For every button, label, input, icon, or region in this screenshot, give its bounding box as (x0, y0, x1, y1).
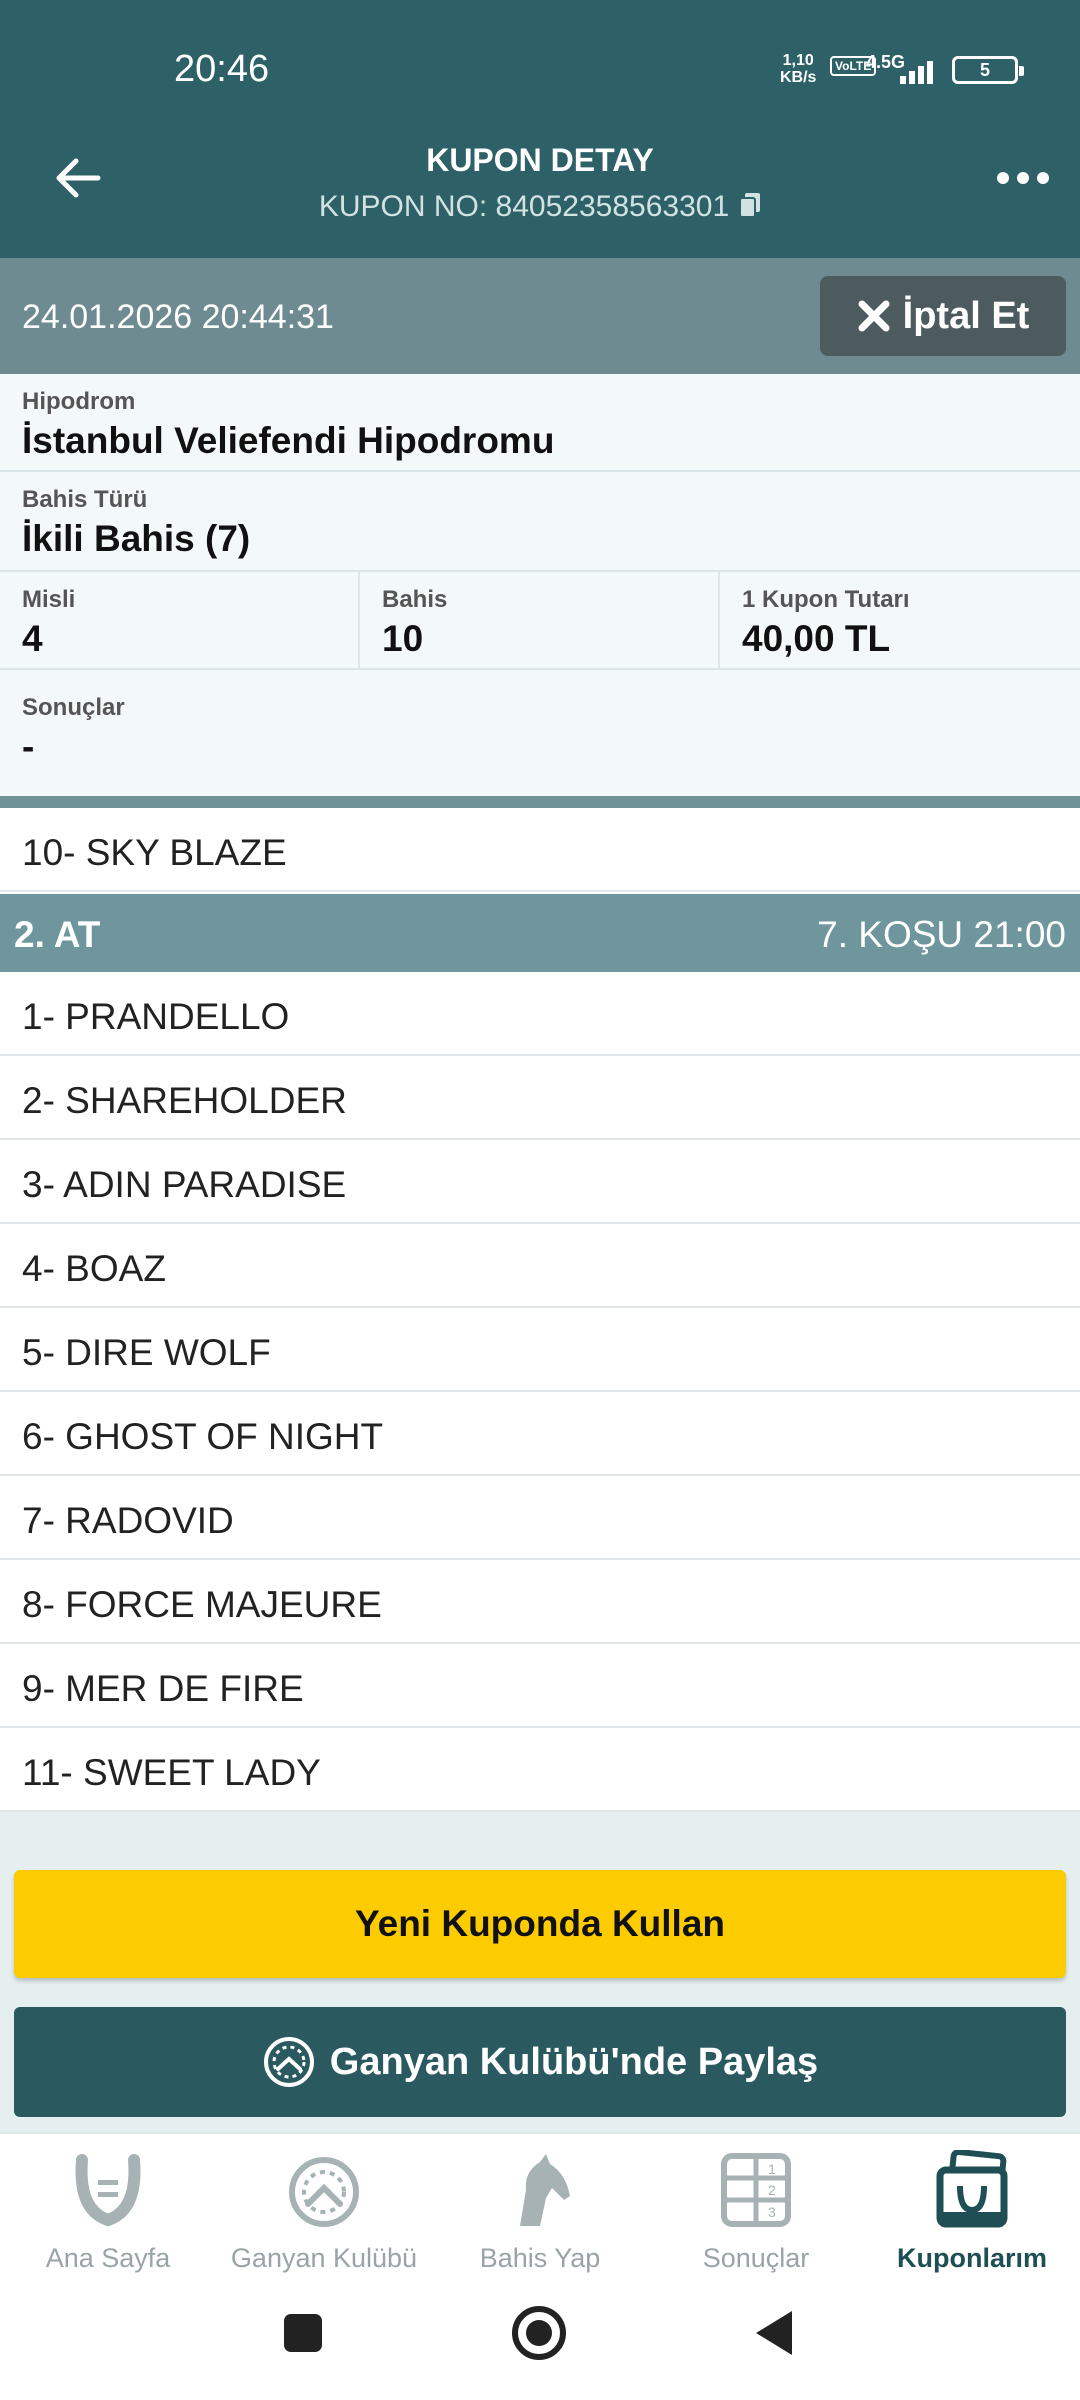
horse-row: 5- DIRE WOLF (0, 1308, 1080, 1392)
horse-row: 1- PRANDELLO (0, 972, 1080, 1056)
nav-label: Kuponlarım (896, 2243, 1047, 2273)
page-title: KUPON DETAY (426, 142, 654, 178)
nav-kuponlarim[interactable]: Kuponlarım (864, 2144, 1080, 2284)
results-label: Sonuçlar (22, 694, 125, 721)
club-gauge-icon (263, 2037, 314, 2087)
app-bar: KUPON DETAY KUPON NO: 84052358563301 (0, 110, 1080, 258)
signal-icon (900, 61, 933, 84)
horse-row: 8- FORCE MAJEURE (0, 1560, 1080, 1644)
coupon-number-row: KUPON NO: 84052358563301 (0, 190, 1080, 224)
horse-name: 5- DIRE WOLF (22, 1332, 271, 1373)
close-icon (858, 300, 890, 332)
recent-apps-icon[interactable] (282, 2312, 324, 2354)
svg-text:1: 1 (768, 2161, 776, 2177)
club-gauge-icon (289, 2157, 359, 2227)
nav-label: Sonuçlar (702, 2243, 810, 2273)
hipodrom-value: İstanbul Veliefendi Hipodromu (22, 420, 555, 461)
horseshoe-icon (75, 2154, 141, 2227)
share-club-label: Ganyan Kulübü'nde Paylaş (329, 2040, 819, 2083)
nav-bahis-yap[interactable]: Bahis Yap (432, 2144, 648, 2284)
share-club-button[interactable]: Ganyan Kulübü'nde Paylaş (14, 2007, 1066, 2117)
bahis-cell: Bahis 10 (360, 572, 720, 668)
horse-name: 7- RADOVID (22, 1500, 234, 1541)
coupon-number: KUPON NO: 84052358563301 (318, 190, 730, 223)
coupon-amount-cell: 1 Kupon Tutarı 40,00 TL (720, 572, 1080, 668)
horse-name: 10- SKY BLAZE (22, 832, 287, 873)
horse-name: 11- SWEET LADY (22, 1752, 321, 1793)
status-time: 20:46 (174, 48, 270, 90)
misli-cell: Misli 4 (0, 572, 360, 668)
bet-type-label: Bahis Türü (22, 486, 148, 513)
horse-row: 6- GHOST OF NIGHT (0, 1392, 1080, 1476)
network-speed: 1,10 KB/s (780, 52, 816, 86)
horse-name: 6- GHOST OF NIGHT (22, 1416, 384, 1457)
coupon-amount-label: 1 Kupon Tutarı (742, 586, 910, 613)
nav-ana-sayfa[interactable]: Ana Sayfa (0, 2144, 216, 2284)
bet-type-value: İkili Bahis (7) (22, 518, 251, 559)
more-options-icon[interactable] (996, 170, 1050, 186)
copy-icon[interactable] (739, 192, 761, 218)
back-nav-icon[interactable] (752, 2308, 796, 2358)
battery-icon: 5 (952, 56, 1024, 84)
results-value: - (22, 726, 35, 767)
nav-ganyan-kulubu[interactable]: Ganyan Kulübü (216, 2144, 432, 2284)
hipodrom-block: Hipodrom İstanbul Veliefendi Hipodromu (0, 374, 1080, 472)
reuse-coupon-label: Yeni Kuponda Kullan (354, 1903, 726, 1944)
horse-head-icon (520, 2154, 570, 2226)
coupon-datetime: 24.01.2026 20:44:31 (22, 298, 334, 336)
divider (0, 796, 1080, 808)
bahis-value: 10 (382, 618, 424, 659)
horse-name: 1- PRANDELLO (22, 996, 290, 1037)
horse-name: 8- FORCE MAJEURE (22, 1584, 382, 1625)
leg-title: 2. AT (14, 914, 101, 955)
misli-label: Misli (22, 586, 76, 613)
bahis-label: Bahis (382, 586, 448, 613)
network-speed-value: 1,10 (782, 52, 814, 69)
cancel-button-label: İptal Et (902, 294, 1030, 337)
race-info: 7. KOŞU 21:00 (817, 914, 1066, 955)
leg-header: 2. AT 7. KOŞU 21:00 (0, 894, 1080, 972)
horse-row: 10- SKY BLAZE (0, 808, 1080, 892)
misli-value: 4 (22, 618, 43, 659)
nav-sonuclar[interactable]: 1 2 3 Sonuçlar (648, 2144, 864, 2284)
results-grid-icon: 1 2 3 (721, 2153, 791, 2227)
horse-row: 11- SWEET LADY (0, 1728, 1080, 1812)
horse-name: 3- ADIN PARADISE (22, 1164, 347, 1205)
svg-text:2: 2 (768, 2182, 776, 2198)
system-nav-bar (0, 2282, 1080, 2400)
hipodrom-label: Hipodrom (22, 388, 136, 415)
horse-name: 9- MER DE FIRE (22, 1668, 304, 1709)
reuse-coupon-button[interactable]: Yeni Kuponda Kullan (14, 1870, 1066, 1978)
horse-row: 2- SHAREHOLDER (0, 1056, 1080, 1140)
cancel-button[interactable]: İptal Et (820, 276, 1066, 356)
bottom-nav: Ana Sayfa Ganyan Kulübü Bahis Yap 1 2 3 … (0, 2132, 1080, 2282)
coupons-icon (936, 2148, 1008, 2228)
nav-label: Ganyan Kulübü (230, 2243, 418, 2273)
coupon-amount-value: 40,00 TL (742, 618, 891, 659)
svg-text:3: 3 (768, 2204, 776, 2220)
results-block: Sonuçlar - (0, 670, 1080, 796)
horse-row: 9- MER DE FIRE (0, 1644, 1080, 1728)
network-speed-unit: KB/s (780, 69, 817, 86)
horse-name: 2- SHAREHOLDER (22, 1080, 347, 1121)
bet-type-block: Bahis Türü İkili Bahis (7) (0, 472, 1080, 572)
home-icon[interactable] (510, 2304, 568, 2362)
coupon-date-bar: 24.01.2026 20:44:31 İptal Et (0, 258, 1080, 374)
horse-name: 4- BOAZ (22, 1248, 166, 1289)
horse-row: 7- RADOVID (0, 1476, 1080, 1560)
nav-label: Ana Sayfa (45, 2243, 171, 2273)
nav-label: Bahis Yap (479, 2243, 601, 2273)
horse-row: 3- ADIN PARADISE (0, 1140, 1080, 1224)
horse-row: 4- BOAZ (0, 1224, 1080, 1308)
amount-block: Misli 4 Bahis 10 1 Kupon Tutarı 40,00 TL (0, 572, 1080, 670)
